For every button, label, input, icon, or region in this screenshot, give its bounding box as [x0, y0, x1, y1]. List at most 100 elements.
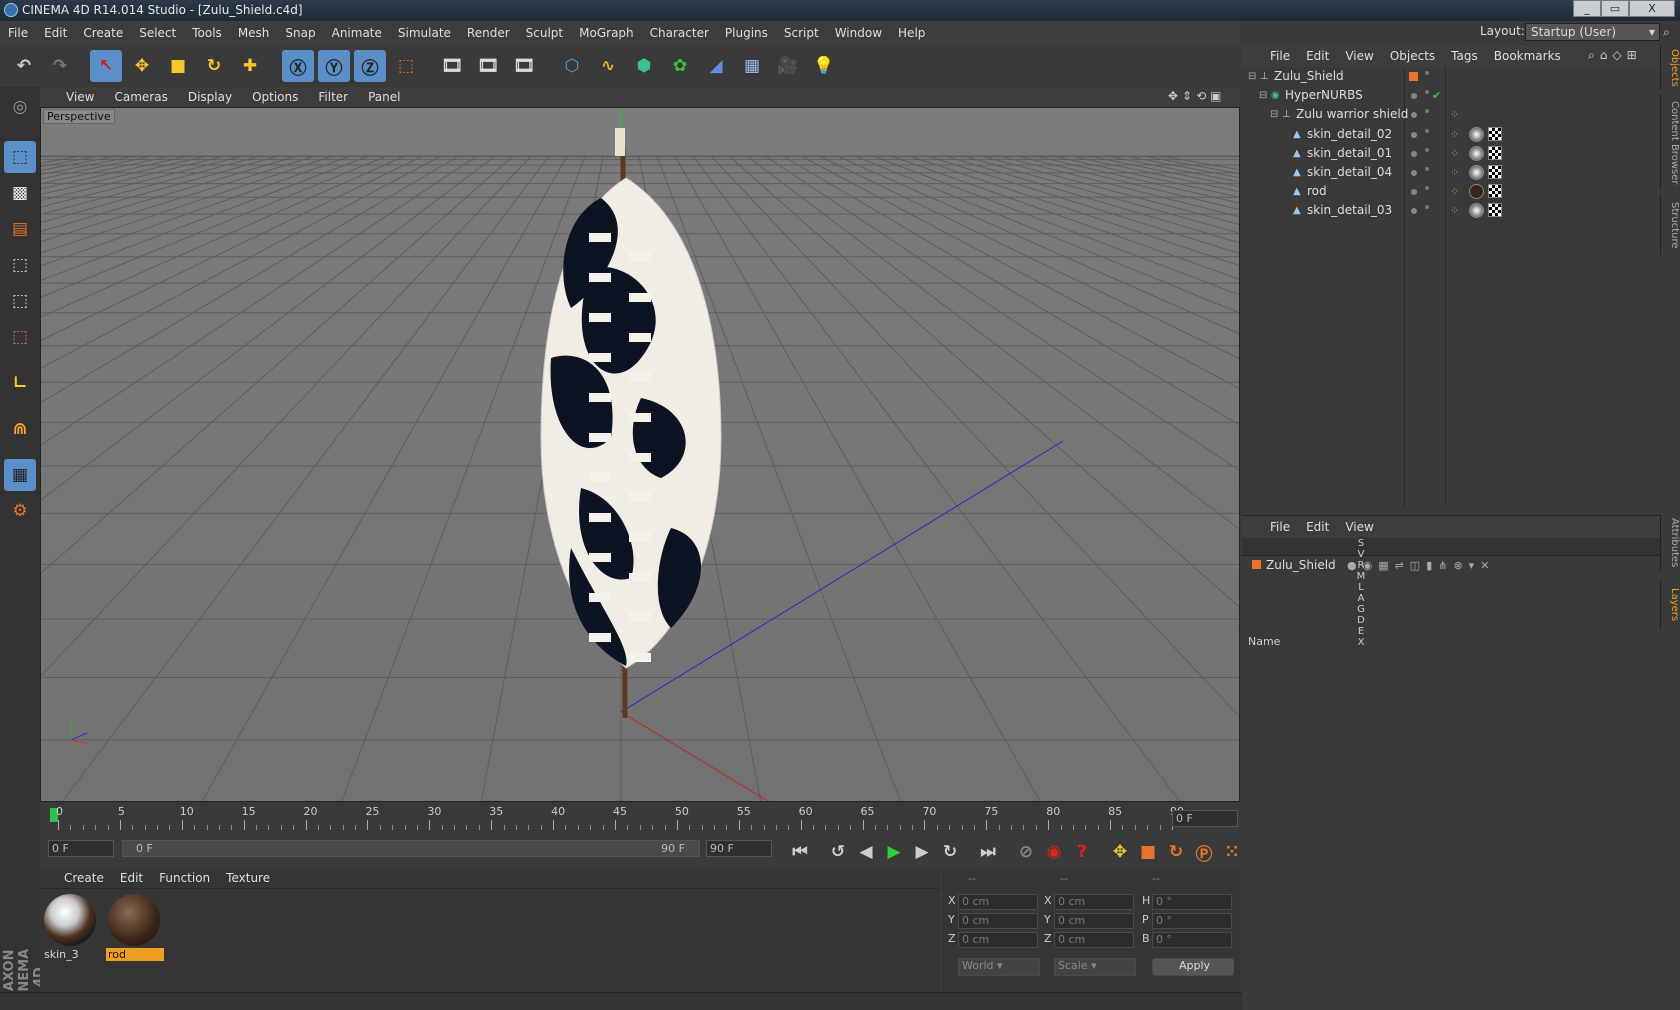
cube-icon[interactable]: ⬡	[556, 50, 588, 82]
floor-icon[interactable]: ▦	[736, 50, 768, 82]
phong-tag-icon[interactable]: ⁘	[1450, 125, 1459, 144]
viewport-menu-options[interactable]: Options	[242, 87, 308, 107]
add-icon[interactable]: ✚	[234, 50, 266, 82]
texture-mode-icon[interactable]: ▩	[4, 177, 36, 209]
uvw-tag-icon[interactable]	[1488, 165, 1502, 179]
render-dot-icon[interactable]	[1425, 147, 1429, 152]
rotation-h-field[interactable]: 0 °	[1152, 894, 1232, 910]
goto-end-icon[interactable]: ⏭	[972, 836, 1004, 868]
array-icon[interactable]: ✿	[664, 50, 696, 82]
tree-expander-icon[interactable]: ⊟	[1259, 86, 1267, 105]
preview-range-slider[interactable]: 0 F 90 F	[122, 840, 700, 857]
layers-menu-file[interactable]: File	[1262, 516, 1298, 538]
object-row[interactable]: ⊟ ◉ HyperNURBS ✔	[1242, 86, 1660, 105]
menu-tools[interactable]: Tools	[184, 21, 230, 45]
visibility-dot-icon[interactable]	[1411, 170, 1417, 176]
layers-menu-view[interactable]: View	[1337, 516, 1381, 538]
light-icon[interactable]: 💡	[808, 50, 840, 82]
objects-menu-view[interactable]: View	[1337, 45, 1381, 67]
model-mode-icon[interactable]: ⬚	[4, 141, 36, 173]
z-axis-icon[interactable]: Ⓩ	[354, 50, 386, 82]
edges-mode-icon[interactable]: ⬚	[4, 285, 36, 317]
menu-render[interactable]: Render	[459, 21, 518, 45]
object-row[interactable]: ⊟ ⊥ Zulu warrior shield ⁘	[1242, 105, 1660, 124]
material-rod[interactable]: rod	[106, 892, 164, 962]
keyframe-selection-icon[interactable]: ?	[1066, 836, 1098, 868]
close-button[interactable]: X	[1629, 0, 1675, 17]
scale-icon[interactable]: ■	[162, 50, 194, 82]
phong-tag-icon[interactable]: ⁘	[1450, 105, 1459, 124]
menu-snap[interactable]: Snap	[277, 21, 323, 45]
menu-window[interactable]: Window	[827, 21, 890, 45]
y-axis-icon[interactable]: Ⓨ	[318, 50, 350, 82]
object-row[interactable]: ▲ rod ⁘	[1242, 182, 1660, 201]
phong-tag-icon[interactable]: ⁘	[1450, 182, 1459, 201]
redo-icon[interactable]: ↷	[44, 50, 76, 82]
side-tab-structure[interactable]: Structure	[1660, 195, 1680, 255]
visibility-dot-icon[interactable]	[1411, 150, 1417, 157]
undo-icon[interactable]: ↶	[8, 50, 40, 82]
uvw-tag-icon[interactable]	[1488, 184, 1502, 199]
axis-mode-icon[interactable]: ∟	[4, 367, 36, 399]
viewport-menu-view[interactable]: View	[56, 87, 104, 107]
layers-col-a[interactable]: A	[1352, 593, 1370, 604]
x-axis-icon[interactable]: Ⓧ	[282, 50, 314, 82]
material-tag-icon[interactable]	[1469, 126, 1484, 142]
make-editable-icon[interactable]: ◎	[4, 91, 36, 123]
tree-expander-icon[interactable]: ⊟	[1270, 105, 1278, 124]
goto-start-icon[interactable]: ⏮	[784, 836, 816, 868]
position-x-field[interactable]: 0 cm	[958, 894, 1038, 910]
next-key-icon[interactable]: ↻	[934, 836, 966, 868]
scale-select[interactable]: Scale ▾	[1054, 958, 1136, 976]
layers-col-g[interactable]: G	[1352, 604, 1370, 615]
enabled-check-icon[interactable]: ✔	[1432, 86, 1441, 105]
nurbs-icon[interactable]: ⬢	[628, 50, 660, 82]
start-frame-field[interactable]: 0 F	[48, 840, 114, 857]
render-dot-icon[interactable]	[1425, 128, 1429, 133]
render-picture-viewer-icon[interactable]: 🎞	[472, 50, 504, 82]
menu-character[interactable]: Character	[642, 21, 717, 45]
rotation-p-field[interactable]: 0 °	[1152, 913, 1232, 929]
object-row[interactable]: ▲ skin_detail_03 ⁘	[1242, 201, 1660, 220]
timeline-ruler[interactable]: 051015202530354045505560657075808590 0 F	[40, 803, 1240, 833]
position-y-field[interactable]: 0 cm	[958, 913, 1038, 929]
menu-create[interactable]: Create	[75, 21, 131, 45]
phong-tag-icon[interactable]: ⁘	[1450, 163, 1459, 182]
locked-workplane-icon[interactable]: ⚙	[4, 495, 36, 527]
layers-col-e[interactable]: E	[1352, 626, 1370, 637]
material-tag-icon[interactable]	[1469, 203, 1484, 219]
coordinate-system-icon[interactable]: ⬚	[390, 50, 422, 82]
menu-file[interactable]: File	[0, 21, 36, 45]
render-dot-icon[interactable]	[1425, 205, 1429, 210]
object-row[interactable]: ⊟ ⊥ Zulu_Shield	[1242, 67, 1660, 86]
viewport-menu-panel[interactable]: Panel	[358, 87, 410, 107]
visibility-dot-icon[interactable]	[1411, 131, 1417, 138]
layers-col-l[interactable]: L	[1352, 582, 1370, 593]
render-settings-icon[interactable]: 🎞	[508, 50, 540, 82]
material-tag-icon[interactable]	[1469, 184, 1484, 200]
objects-menu-edit[interactable]: Edit	[1298, 45, 1337, 67]
camera-icon[interactable]: 🎥	[772, 50, 804, 82]
uvw-tag-icon[interactable]	[1488, 203, 1502, 218]
object-row[interactable]: ▲ skin_detail_01 ⁘	[1242, 144, 1660, 163]
render-dot-icon[interactable]	[1425, 71, 1429, 75]
viewport-menu-display[interactable]: Display	[178, 87, 242, 107]
spline-icon[interactable]: ∿	[592, 50, 624, 82]
layers-menu-edit[interactable]: Edit	[1298, 516, 1337, 538]
render-view-icon[interactable]: 🎞	[436, 50, 468, 82]
objects-menu-tags[interactable]: Tags	[1443, 45, 1486, 67]
current-frame-field[interactable]: 0 F	[1172, 810, 1238, 827]
magnet-icon[interactable]: ⋒	[4, 413, 36, 445]
menu-plugins[interactable]: Plugins	[717, 21, 776, 45]
size-x-field[interactable]: 0 cm	[1054, 894, 1134, 910]
size-y-field[interactable]: 0 cm	[1054, 913, 1134, 929]
render-dot-icon[interactable]	[1425, 186, 1429, 191]
material-tag-icon[interactable]	[1469, 145, 1484, 161]
layer-toggle-icons[interactable]: ●◉▦⇌◫▮⋔⊗▾✕	[1347, 556, 1495, 575]
menu-animate[interactable]: Animate	[324, 21, 390, 45]
render-dot-icon[interactable]	[1425, 109, 1429, 114]
live-selection-icon[interactable]: ↖	[90, 50, 122, 82]
layers-col-s[interactable]: S	[1352, 538, 1370, 549]
viewport-menu-filter[interactable]: Filter	[308, 87, 358, 107]
objects-menu-bookmarks[interactable]: Bookmarks	[1486, 45, 1569, 67]
